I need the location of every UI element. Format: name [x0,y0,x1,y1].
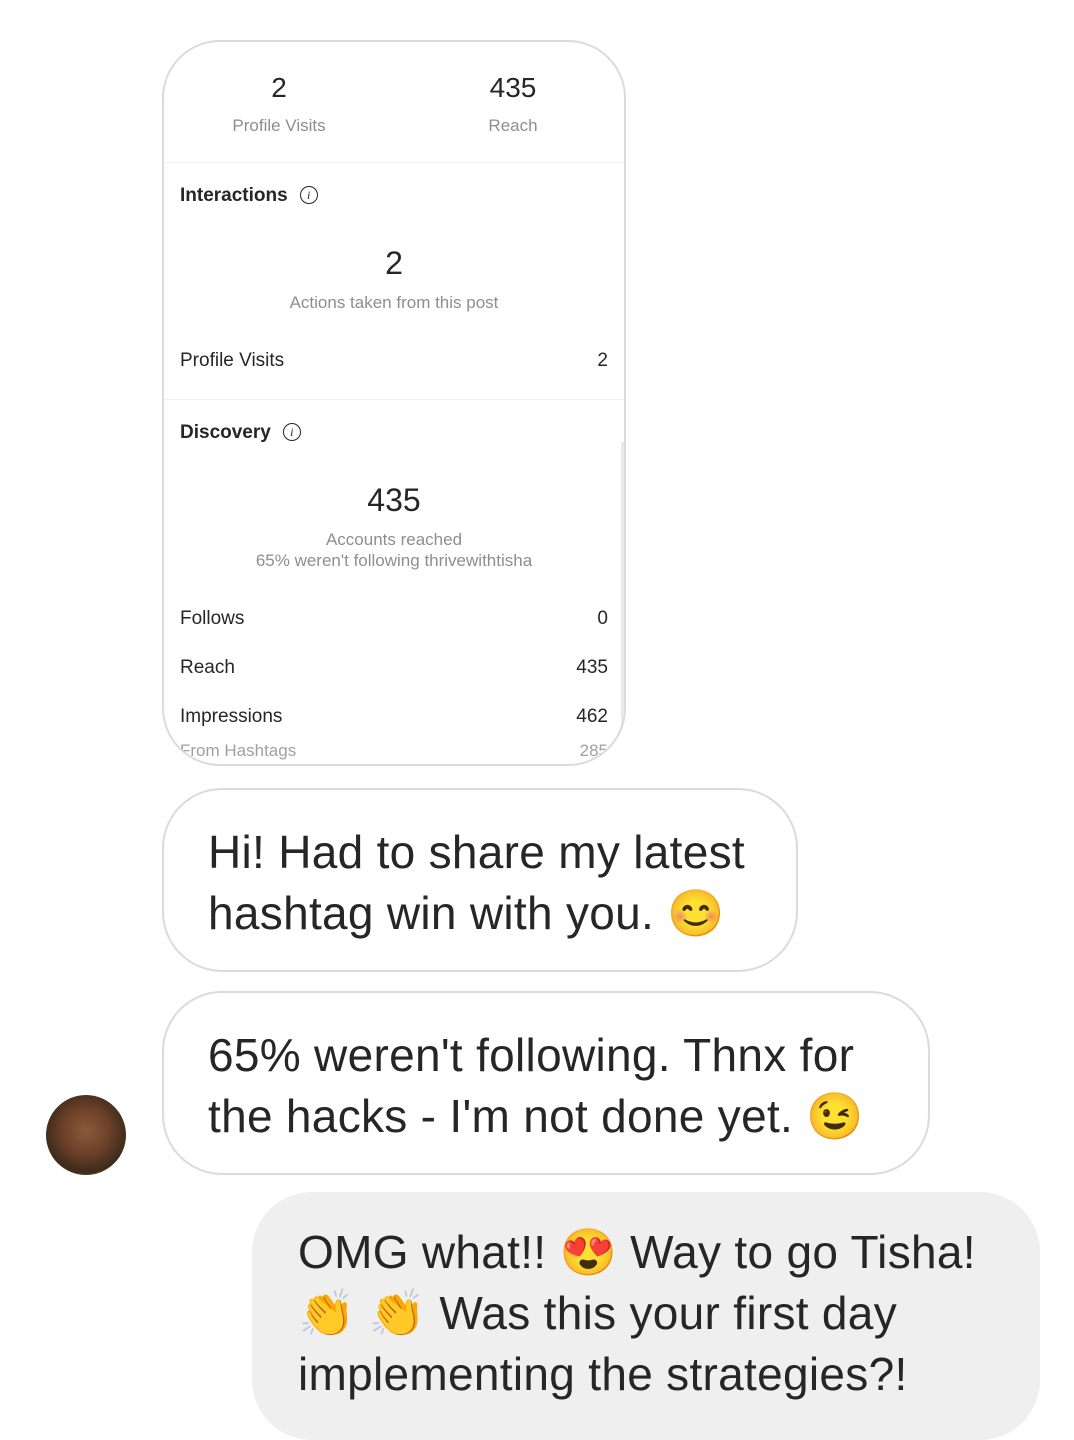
interactions-title: Interactions i [180,185,318,207]
discovery-row-from-hashtags: From Hashtags 285 [180,741,608,760]
message-bubble[interactable]: Hi! Had to share my latest hashtag win w… [162,788,798,972]
discovery-total-label: Accounts reached [325,530,463,549]
discovery-total-sublabel: 65% weren't following thrivewithtisha [255,551,533,570]
message-line: the hacks - I'm not done yet. 😉 [208,1090,864,1142]
clapping-hands-emoji-icon: 👏 [368,1287,427,1339]
discovery-row-follows: Follows 0 [180,608,608,629]
smiling-face-emoji-icon: 😊 [667,887,725,939]
message-line: 65% weren't following. Thnx for [208,1029,855,1081]
interactions-total: 2 [385,245,403,281]
stat-profile-visits: 2 Profile Visits [189,72,369,136]
message-line: Hi! Had to share my latest [208,826,746,878]
discovery-total: 435 [367,482,421,518]
insights-card: 2 Profile Visits 435 Reach Interactions i… [162,40,626,766]
stat-value: 435 [489,72,537,103]
message-bubble[interactable]: 65% weren't following. Thnx for the hack… [162,991,930,1175]
interactions-total-label: Actions taken from this post [289,293,499,312]
info-icon[interactable]: i [282,423,301,441]
discovery-row-reach: Reach 435 [180,657,608,678]
discovery-title: Discovery i [180,422,301,444]
message-line: 👏 👏 Was this your first day [298,1287,897,1339]
message-line: hashtag win with you. 😊 [208,887,725,939]
info-icon[interactable]: i [299,186,318,204]
scrollbar[interactable] [621,442,624,764]
heart-eyes-emoji-icon: 😍 [559,1226,618,1278]
message-bubble-sent[interactable]: OMG what!! 😍 Way to go Tisha! 👏 👏 Was th… [252,1192,1040,1440]
interactions-row-profile-visits: Profile Visits 2 [180,350,608,371]
stat-reach: 435 Reach [423,72,603,136]
winking-face-emoji-icon: 😉 [806,1090,864,1142]
message-line: OMG what!! 😍 Way to go Tisha! [298,1226,976,1278]
discovery-row-impressions: Impressions 462 [180,706,608,727]
stat-value: 2 [271,72,287,103]
avatar[interactable] [46,1095,126,1175]
stat-label: Profile Visits [232,116,326,135]
divider [164,162,624,163]
stat-label: Reach [488,116,538,135]
message-line: implementing the strategies?! [298,1348,908,1400]
clapping-hands-emoji-icon: 👏 [298,1287,356,1339]
divider [164,399,624,400]
